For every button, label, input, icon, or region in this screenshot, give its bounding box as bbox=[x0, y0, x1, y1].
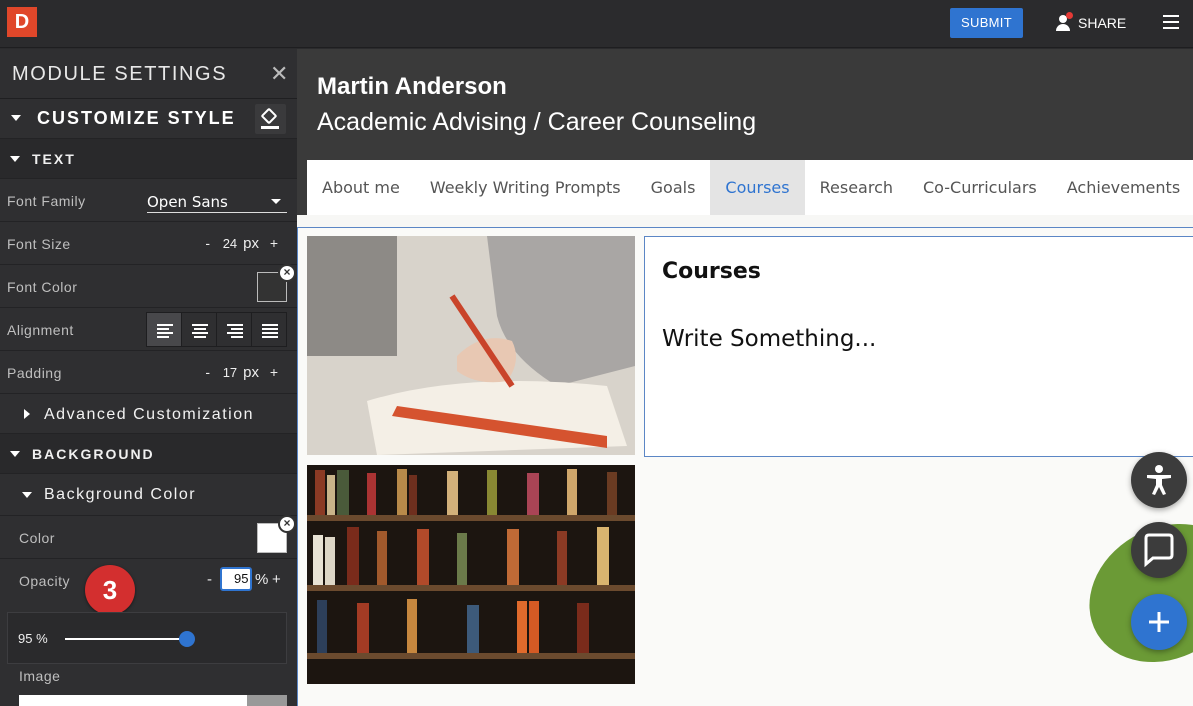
alignment-label: Alignment bbox=[7, 322, 74, 338]
clear-color-icon[interactable]: × bbox=[278, 264, 296, 282]
bg-color-row: Color × bbox=[0, 515, 297, 559]
advanced-customization-toggle[interactable]: Advanced Customization bbox=[0, 394, 297, 434]
add-icon[interactable] bbox=[1131, 594, 1187, 650]
accessibility-icon[interactable] bbox=[1131, 452, 1187, 508]
background-color-toggle[interactable]: Background Color bbox=[0, 474, 297, 516]
align-center-icon[interactable] bbox=[182, 313, 217, 346]
align-right-icon[interactable] bbox=[217, 313, 252, 346]
sidebar-title: MODULE SETTINGS bbox=[12, 63, 228, 85]
opacity-slider-track[interactable] bbox=[65, 631, 195, 647]
font-size-value[interactable]: 24 bbox=[223, 236, 237, 251]
opacity-slider-popup: 95 % bbox=[7, 612, 287, 664]
bg-image-row: Image bbox=[0, 664, 297, 706]
tab-item[interactable]: Courses bbox=[710, 160, 805, 215]
advanced-customization-label: Advanced Customization bbox=[44, 406, 254, 423]
paint-bucket-icon[interactable] bbox=[255, 104, 286, 134]
text-section-header[interactable]: TEXT bbox=[0, 139, 297, 179]
opacity-input[interactable]: 95 bbox=[220, 567, 252, 591]
align-left-icon[interactable] bbox=[147, 313, 182, 346]
clear-color-icon[interactable]: × bbox=[278, 515, 296, 533]
chevron-down-icon bbox=[10, 451, 20, 457]
font-family-row: Font Family Open Sans bbox=[0, 179, 297, 222]
opacity-label: Opacity bbox=[19, 573, 70, 589]
sidebar-header: MODULE SETTINGS ✕ bbox=[0, 49, 297, 99]
writing-photo[interactable] bbox=[307, 236, 635, 455]
font-family-select[interactable]: Open Sans bbox=[147, 189, 287, 213]
profile-name: Martin Anderson bbox=[317, 73, 507, 100]
chevron-right-icon bbox=[24, 409, 30, 419]
customize-style-label: CUSTOMIZE STYLE bbox=[37, 108, 236, 128]
text-section-label: TEXT bbox=[32, 151, 76, 167]
background-color-label: Background Color bbox=[44, 486, 197, 503]
tab-item[interactable]: Co-Curriculars bbox=[908, 160, 1052, 215]
increment-button[interactable]: + bbox=[272, 571, 281, 588]
opacity-slider-value: 95 % bbox=[18, 631, 48, 646]
background-section-label: BACKGROUND bbox=[32, 446, 155, 462]
padding-label: Padding bbox=[7, 365, 62, 381]
profile-banner: Martin Anderson Academic Advising / Care… bbox=[297, 49, 1193, 215]
profile-role: Academic Advising / Career Counseling bbox=[317, 108, 757, 136]
app-logo[interactable]: D bbox=[7, 7, 37, 37]
page-canvas: Martin Anderson Academic Advising / Care… bbox=[297, 49, 1193, 706]
top-bar: D SUBMIT SHARE bbox=[0, 0, 1193, 48]
color-label: Color bbox=[19, 530, 55, 546]
alignment-group bbox=[146, 312, 287, 347]
padding-unit: px bbox=[243, 364, 259, 381]
tab-item[interactable]: About me bbox=[307, 160, 415, 215]
align-justify-icon[interactable] bbox=[252, 313, 286, 346]
step-number-badge: 3 bbox=[85, 565, 135, 615]
increment-button[interactable]: + bbox=[265, 235, 283, 251]
image-upload-field[interactable] bbox=[19, 695, 287, 706]
chevron-down-icon bbox=[10, 156, 20, 162]
alignment-row: Alignment bbox=[0, 308, 297, 351]
hamburger-menu-icon[interactable] bbox=[1163, 15, 1179, 29]
font-size-stepper: - 24 px + bbox=[199, 235, 283, 252]
page-tabs: About me Weekly Writing Prompts Goals Cours… bbox=[307, 160, 1193, 215]
module-settings-sidebar: MODULE SETTINGS ✕ CUSTOMIZE STYLE TEXT F… bbox=[0, 49, 297, 706]
courses-heading: Courses bbox=[662, 259, 761, 284]
close-icon[interactable]: ✕ bbox=[270, 61, 288, 87]
customize-style-header[interactable]: CUSTOMIZE STYLE bbox=[0, 99, 297, 139]
opacity-row: Opacity - 95 % + bbox=[0, 559, 297, 602]
font-size-unit: px bbox=[243, 235, 259, 252]
tab-item[interactable]: Weekly Writing Prompts bbox=[415, 160, 636, 215]
font-size-label: Font Size bbox=[7, 236, 71, 252]
font-family-label: Font Family bbox=[7, 193, 86, 209]
tab-item[interactable]: Goals bbox=[636, 160, 711, 215]
padding-value[interactable]: 17 bbox=[223, 365, 237, 380]
padding-stepper: - 17 px + bbox=[199, 364, 283, 381]
user-share-icon bbox=[1054, 12, 1073, 32]
decrement-button[interactable]: - bbox=[199, 235, 217, 251]
chevron-down-icon bbox=[11, 115, 21, 121]
opacity-unit: % bbox=[255, 571, 269, 588]
font-size-row: Font Size - 24 px + bbox=[0, 222, 297, 265]
write-something-placeholder[interactable]: Write Something... bbox=[662, 326, 876, 352]
chevron-down-icon bbox=[22, 492, 32, 498]
padding-row: Padding - 17 px + bbox=[0, 351, 297, 394]
increment-button[interactable]: + bbox=[265, 364, 283, 380]
font-family-value: Open Sans bbox=[147, 193, 228, 211]
opacity-slider-thumb[interactable] bbox=[178, 631, 195, 647]
submit-button[interactable]: SUBMIT bbox=[950, 8, 1023, 38]
background-section-header[interactable]: BACKGROUND bbox=[0, 434, 297, 474]
decrement-button[interactable]: - bbox=[199, 364, 217, 380]
share-label: SHARE bbox=[1078, 15, 1127, 31]
bookshelf-photo[interactable] bbox=[307, 465, 635, 684]
tab-item[interactable]: Research bbox=[805, 160, 908, 215]
chat-icon[interactable] bbox=[1131, 522, 1187, 578]
share-button[interactable]: SHARE bbox=[1054, 10, 1126, 36]
dropdown-caret-icon bbox=[271, 199, 281, 204]
decrement-button[interactable]: - bbox=[207, 571, 212, 588]
tab-item[interactable]: Achievements bbox=[1052, 160, 1193, 215]
font-color-row: Font Color × bbox=[0, 264, 297, 308]
courses-text-module[interactable]: Courses Write Something... bbox=[644, 236, 1193, 457]
font-color-label: Font Color bbox=[7, 279, 78, 295]
image-label: Image bbox=[19, 668, 61, 684]
